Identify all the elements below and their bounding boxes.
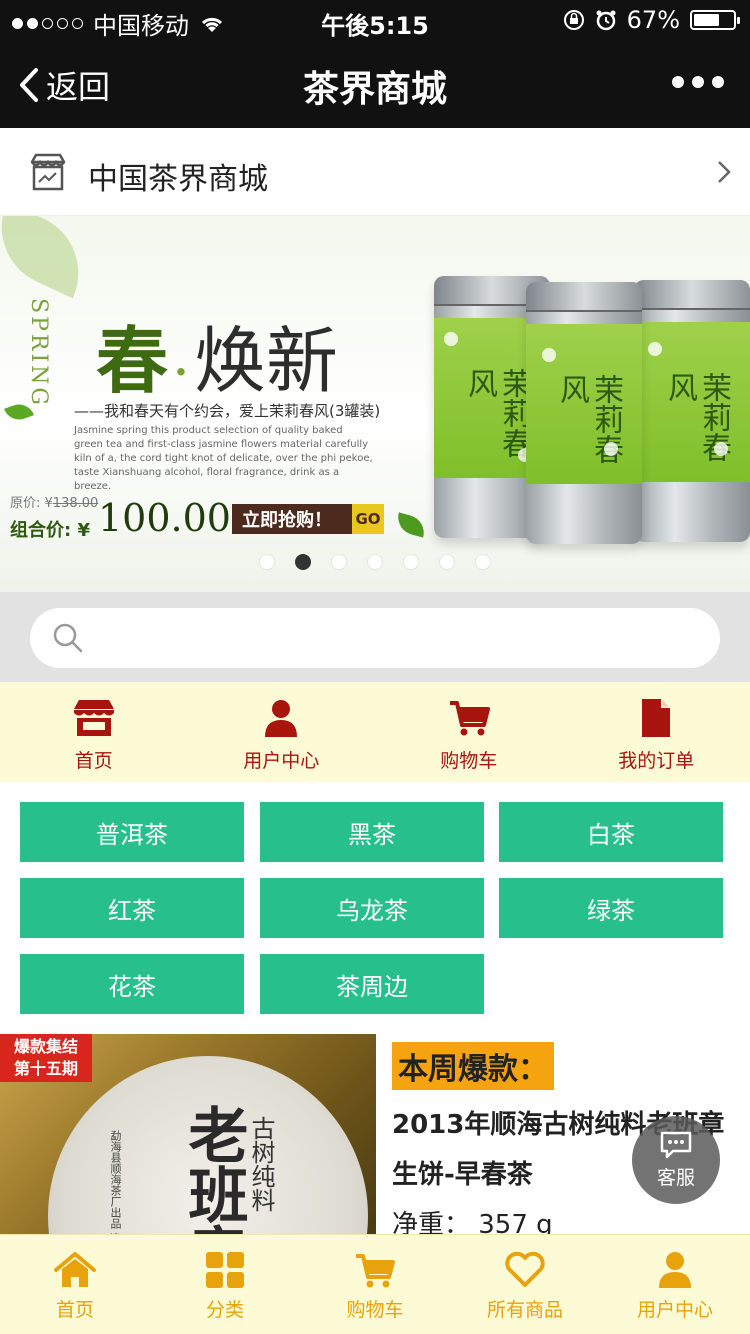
search-area [0,592,750,682]
hot-badge: 本周爆款： [392,1042,554,1090]
search-box[interactable] [30,608,720,668]
featured-product[interactable]: 老班章 古树纯料 勐海县顺海茶厂出品 净含量357克 爆款集结 第十五期 本周爆… [0,1034,750,1234]
banner-original-price: 原价: ¥138.00 [10,492,98,511]
tab-all-products[interactable]: 所有商品 [450,1235,600,1334]
shop-entry[interactable]: 中国茶界商城 [0,128,750,216]
status-bar: 中国移动 午後5:15 67% [0,0,750,40]
battery-percent: 67% [626,6,680,34]
banner-headline: 春 · 焕新 [96,302,338,407]
order-document-icon [642,699,671,737]
banner-description: Jasmine spring this product selection of… [74,425,373,492]
category-button[interactable]: 红茶 [20,878,244,938]
banner-subtitle: ——我和春天有个约会，爱上茉莉春风(3罐装) [74,402,381,420]
tea-cake-image: 老班章 古树纯料 勐海县顺海茶厂出品 净含量357克 [48,1056,368,1234]
tea-can-image: 茉莉春风 [634,280,750,542]
quick-nav-orders[interactable]: 我的订单 [563,682,750,782]
tab-home[interactable]: 首页 [0,1235,150,1334]
quick-nav: 首页 用户中心 购物车 我的订单 [0,682,750,782]
tea-cake-big-text: 老班章 [178,1104,248,1234]
original-price-value: 138.00 [52,496,99,511]
tab-categories-label: 分类 [205,1299,244,1321]
original-price-label: 原价: ¥ [10,496,53,511]
rotation-lock-icon [563,10,584,30]
tab-categories[interactable]: 分类 [150,1235,300,1334]
search-input[interactable] [100,618,700,658]
leaf-decoration [0,216,98,299]
store-icon [73,700,114,736]
carousel-indicator[interactable] [0,554,750,570]
quick-nav-home-label: 首页 [74,750,113,772]
carousel-dot[interactable] [439,554,455,570]
buy-now-label: 立即抢购！ [242,510,332,531]
quick-nav-cart[interactable]: 购物车 [375,682,563,782]
bottom-tab-bar: 首页 分类 购物车 所有商品 用户中心 [0,1234,750,1334]
category-button[interactable]: 茶周边 [260,954,484,1014]
featured-product-image[interactable]: 老班章 古树纯料 勐海县顺海茶厂出品 净含量357克 爆款集结 第十五期 [0,1034,376,1234]
battery-fill [694,14,719,26]
tab-user-center[interactable]: 用户中心 [600,1235,750,1334]
banner-headline-part2: 焕新 [193,319,338,403]
cart-icon [356,1254,395,1288]
category-button[interactable]: 乌龙茶 [260,878,484,938]
page-title: 茶界商城 [302,69,447,110]
more-options-icon[interactable] [672,76,724,88]
promo-banner[interactable]: SPRING 春 · 焕新 ——我和春天有个约会，爱上茉莉春风(3罐装) Jas… [0,216,750,592]
alarm-icon [596,10,616,31]
tab-home-label: 首页 [55,1299,94,1321]
chevron-right-icon [718,161,731,183]
banner-spring-word: SPRING [26,298,51,408]
status-right: 67% [563,6,740,34]
go-label: GO [352,504,384,534]
tab-all-products-label: 所有商品 [486,1299,563,1321]
carousel-dot[interactable] [403,554,419,570]
quick-nav-home[interactable]: 首页 [0,682,188,782]
carousel-dot[interactable] [331,554,347,570]
home-icon [54,1252,96,1287]
tea-cake-small-text: 古树纯料 [247,1116,275,1212]
cart-icon [449,701,490,736]
customer-service-button[interactable]: 客服 [632,1116,720,1204]
shop-icon [30,153,66,191]
product-weight: 净重： 357 g [392,1210,553,1234]
carousel-dot[interactable] [367,554,383,570]
promo-ribbon-line1: 爆款集结 [13,1037,78,1056]
tab-user-center-label: 用户中心 [636,1299,713,1321]
category-button[interactable]: 绿茶 [499,878,723,938]
chat-bubble-icon [660,1131,692,1158]
carousel-dot[interactable] [295,554,311,570]
battery-icon [690,10,740,30]
category-button[interactable]: 黑茶 [260,802,484,862]
promo-ribbon: 爆款集结 第十五期 [0,1034,92,1082]
tab-cart[interactable]: 购物车 [300,1235,450,1334]
banner-headline-part1: 春 [96,318,169,403]
carousel-dot[interactable] [259,554,275,570]
banner-headline-separator: · [174,349,188,396]
user-icon [265,700,298,737]
tea-can-image: 茉莉春风 [526,282,642,544]
user-icon [659,1252,691,1288]
buy-now-button[interactable]: 立即抢购！ GO [232,504,384,534]
combo-price-value: 100.00 [98,496,231,540]
tab-cart-label: 购物车 [346,1299,404,1321]
grid-icon [206,1252,244,1288]
category-button[interactable]: 花茶 [20,954,244,1014]
tea-cake-tiny-text: 勐海县顺海茶厂出品 净含量357克 [109,1130,122,1234]
search-icon [53,623,83,653]
heart-icon [505,1251,545,1287]
customer-service-label: 客服 [656,1166,695,1189]
leaf-decoration [394,512,428,538]
combo-price-label: 组合价: ¥ [10,520,90,541]
promo-ribbon-line2: 第十五期 [13,1059,78,1078]
quick-nav-user-label: 用户中心 [243,750,320,772]
carousel-dot[interactable] [475,554,491,570]
quick-nav-user-center[interactable]: 用户中心 [188,682,376,782]
category-button[interactable]: 白茶 [499,802,723,862]
shop-name: 中国茶界商城 [88,162,268,197]
quick-nav-cart-label: 购物车 [440,750,498,772]
quick-nav-orders-label: 我的订单 [618,750,695,772]
nav-bar: 返回 茶界商城 [0,40,750,128]
category-button[interactable]: 普洱茶 [20,802,244,862]
